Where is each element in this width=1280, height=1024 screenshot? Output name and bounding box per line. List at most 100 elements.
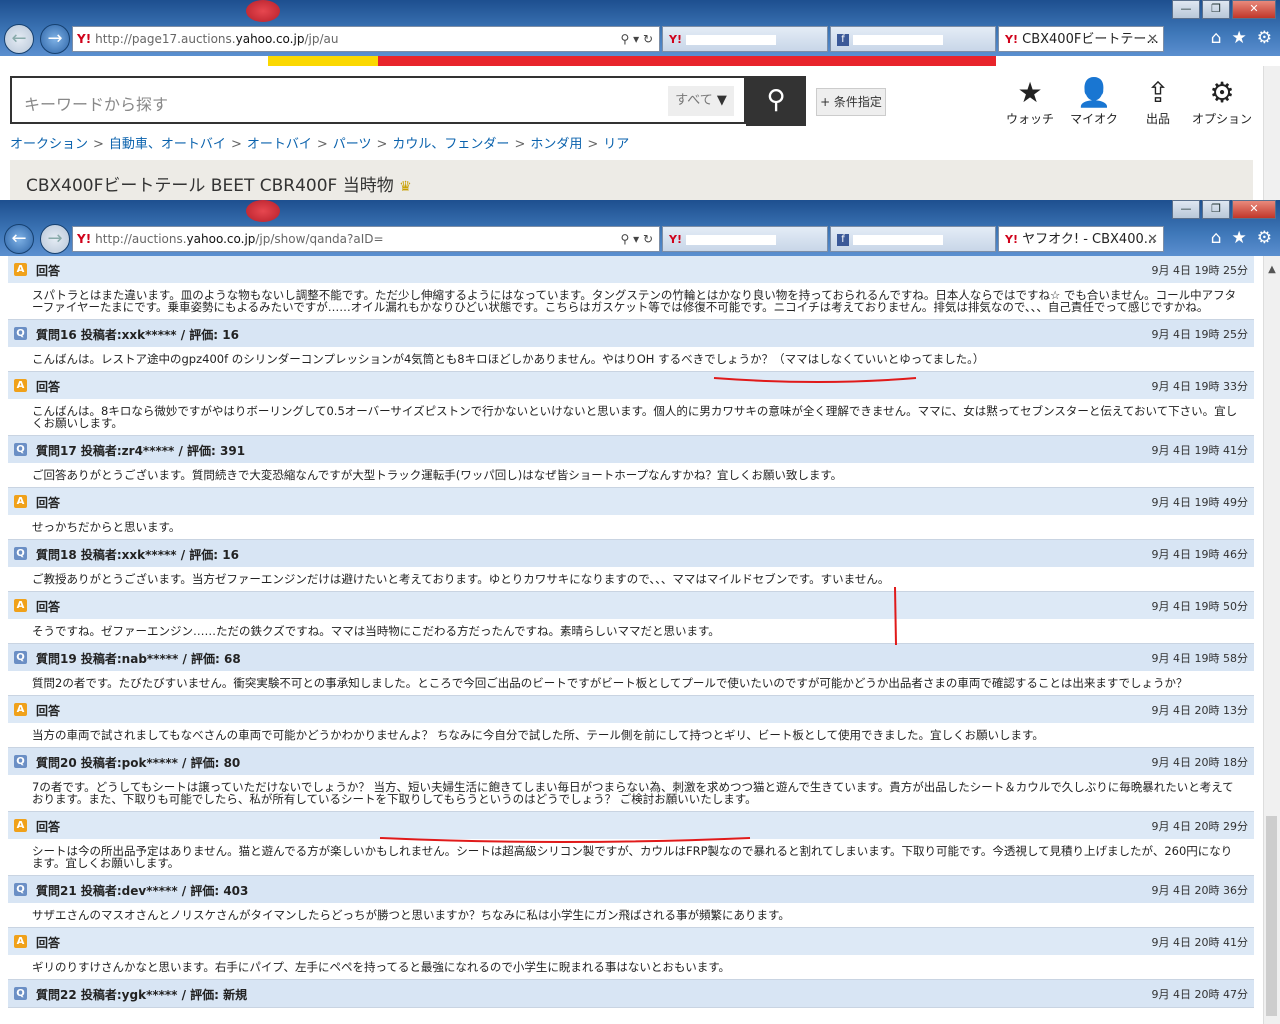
- settings-gear-icon[interactable]: ⚙: [1257, 28, 1272, 48]
- qa-header: Q 質問18 投稿者:xxk***** / 評価: 16 9月 4日 19時 46分: [8, 540, 1254, 567]
- back-button[interactable]: ←: [4, 224, 34, 254]
- sell-label: 出品: [1145, 112, 1170, 126]
- url-host: http://auctions.: [95, 232, 187, 246]
- option-label: オプション: [1192, 112, 1253, 126]
- back-button[interactable]: ←: [4, 24, 34, 54]
- question-badge-icon: Q: [14, 443, 27, 456]
- browser-tool-icons: ⌂ ★ ⚙: [1211, 28, 1272, 48]
- forward-button[interactable]: →: [40, 224, 70, 254]
- breadcrumb-sep: >: [587, 137, 599, 152]
- home-icon[interactable]: ⌂: [1211, 228, 1222, 248]
- address-bar[interactable]: Y! http://auctions.yahoo.co.jp/jp/show/qa…: [72, 226, 660, 252]
- myauction-button[interactable]: 👤 マイオク: [1064, 76, 1124, 127]
- breadcrumb-link[interactable]: オートバイ: [247, 137, 312, 152]
- question-badge-icon: Q: [14, 327, 27, 340]
- favorites-star-icon[interactable]: ★: [1232, 228, 1247, 248]
- qa-header: A 回答 9月 4日 20時 41分: [8, 928, 1254, 955]
- search-button[interactable]: ⚲: [746, 76, 806, 126]
- forward-button[interactable]: →: [40, 24, 70, 54]
- address-bar[interactable]: Y! http://page17.auctions.yahoo.co.jp/jp/…: [72, 26, 660, 52]
- tab-active[interactable]: Y! CBX400Fビートテー... ✕: [998, 26, 1164, 52]
- yahoo-favicon-icon: Y!: [77, 32, 92, 46]
- tab-2[interactable]: f: [830, 226, 996, 252]
- tab-active[interactable]: Y! ヤフオク! - CBX400... ✕: [998, 226, 1164, 252]
- maximize-button[interactable]: ❐: [1202, 0, 1230, 19]
- qa-body-text: シートは今の所出品予定はありません。猫と遊んでる方が楽しいかもしれません。シート…: [8, 839, 1254, 875]
- breadcrumb-link[interactable]: パーツ: [333, 137, 372, 152]
- crown-icon: ♛: [399, 179, 412, 195]
- settings-gear-icon[interactable]: ⚙: [1257, 228, 1272, 248]
- breadcrumb-link[interactable]: リア: [603, 137, 629, 152]
- scrollbar-top[interactable]: [1263, 66, 1280, 200]
- qa-body-text: 質問2の者です。たびたびすいません。衝突実験不可との事承知しました。ところで今回…: [8, 671, 1254, 695]
- qa-label: 質問16 投稿者:xxk***** / 評価: 16: [36, 328, 239, 342]
- minimize-button[interactable]: —: [1172, 200, 1200, 219]
- tab-close-icon[interactable]: ✕: [1147, 27, 1158, 51]
- category-select[interactable]: すべて ▼: [668, 86, 734, 116]
- favorites-star-icon[interactable]: ★: [1232, 28, 1247, 48]
- qa-label: 回答: [36, 496, 61, 510]
- url-domain: yahoo.co.jp: [186, 232, 256, 246]
- myauction-label: マイオク: [1070, 112, 1118, 126]
- tab-1[interactable]: Y!: [662, 26, 828, 52]
- url-path: /jp/au: [304, 32, 339, 46]
- question-row: Q 質問22 投稿者:ygk***** / 評価: 新規 9月 4日 20時 47分: [8, 980, 1254, 1008]
- answer-row: A 回答 9月 4日 20時 41分 ギリのりすけさんかなと思います。右手にパイプ、左…: [8, 928, 1254, 980]
- scroll-up-icon[interactable]: ▲: [1264, 264, 1280, 275]
- qa-timestamp: 9月 4日 20時 18分: [1151, 756, 1248, 769]
- breadcrumb-link[interactable]: オークション: [10, 137, 88, 152]
- decor-red-circle: [246, 200, 280, 222]
- qa-header: A 回答 9月 4日 20時 13分: [8, 696, 1254, 723]
- search-refresh-icon[interactable]: ⚲ ▾ ↻: [621, 27, 654, 51]
- qa-timestamp: 9月 4日 19時 25分: [1151, 264, 1248, 277]
- url-domain: yahoo.co.jp: [235, 32, 305, 46]
- qa-body-text: こんばんは。レストア途中のgpz400f のシリンダーコンプレッションが4気筒と…: [8, 347, 1254, 371]
- tab-2[interactable]: f: [830, 26, 996, 52]
- tab-mask: [686, 34, 777, 45]
- search-input[interactable]: キーワードから探す: [10, 76, 746, 124]
- option-button[interactable]: ⚙ オプション: [1192, 76, 1252, 127]
- scrollbar-bottom[interactable]: ▲: [1263, 256, 1280, 1024]
- tab-mask: [686, 234, 777, 245]
- close-window-button[interactable]: ✕: [1232, 200, 1276, 219]
- tab-active-title: CBX400Fビートテー...: [1022, 32, 1159, 47]
- home-icon[interactable]: ⌂: [1211, 28, 1222, 48]
- condition-button[interactable]: + 条件指定: [816, 88, 886, 116]
- tab-active-title: ヤフオク! - CBX400...: [1022, 232, 1157, 247]
- tab-mask: [853, 34, 944, 45]
- search-refresh-icon[interactable]: ⚲ ▾ ↻: [621, 227, 654, 251]
- qa-header: Q 質問20 投稿者:pok***** / 評価: 80 9月 4日 20時 18分: [8, 748, 1254, 775]
- qa-label: 回答: [36, 380, 61, 394]
- maximize-button[interactable]: ❐: [1202, 200, 1230, 219]
- tab-close-icon[interactable]: ✕: [1147, 227, 1158, 251]
- answer-row: A 回答 9月 4日 19時 50分 そうですね。ゼファーエンジン……ただの鉄クズです…: [8, 592, 1254, 644]
- qa-timestamp: 9月 4日 20時 36分: [1151, 884, 1248, 897]
- qa-timestamp: 9月 4日 19時 50分: [1151, 600, 1248, 613]
- breadcrumb-link[interactable]: カウル、フェンダー: [392, 137, 509, 152]
- qa-label: 質問21 投稿者:dev***** / 評価: 403: [36, 884, 249, 898]
- browser-tool-icons: ⌂ ★ ⚙: [1211, 228, 1272, 248]
- breadcrumb-link[interactable]: 自動車、オートバイ: [109, 137, 226, 152]
- qa-header: A 回答 9月 4日 19時 50分: [8, 592, 1254, 619]
- minimize-button[interactable]: —: [1172, 0, 1200, 19]
- scroll-thumb[interactable]: [1266, 816, 1277, 1016]
- ad-banner[interactable]: [268, 56, 996, 66]
- facebook-tab-icon: f: [837, 33, 849, 46]
- question-badge-icon: Q: [14, 547, 27, 560]
- close-window-button[interactable]: ✕: [1232, 0, 1276, 19]
- answer-badge-icon: A: [14, 703, 27, 716]
- tab-1[interactable]: Y!: [662, 226, 828, 252]
- question-row: Q 質問19 投稿者:nab***** / 評価: 68 9月 4日 19時 58分…: [8, 644, 1254, 696]
- decor-red-circle: [246, 0, 280, 22]
- search-icon: ⚲: [766, 85, 786, 115]
- qa-timestamp: 9月 4日 20時 29分: [1151, 820, 1248, 833]
- breadcrumb-sep: >: [514, 137, 526, 152]
- browser-chrome-top: — ❐ ✕ ← → Y! http://page17.auctions.yahoo…: [0, 0, 1280, 56]
- watch-button[interactable]: ★ ウォッチ: [1000, 76, 1060, 127]
- breadcrumb-link[interactable]: ホンダ用: [530, 137, 582, 152]
- qa-label: 回答: [36, 264, 61, 278]
- sell-button[interactable]: ⇪ 出品: [1128, 76, 1188, 127]
- url-mask: [383, 231, 484, 243]
- qa-header: A 回答 9月 4日 20時 29分: [8, 812, 1254, 839]
- window-controls: — ❐ ✕: [1172, 0, 1276, 19]
